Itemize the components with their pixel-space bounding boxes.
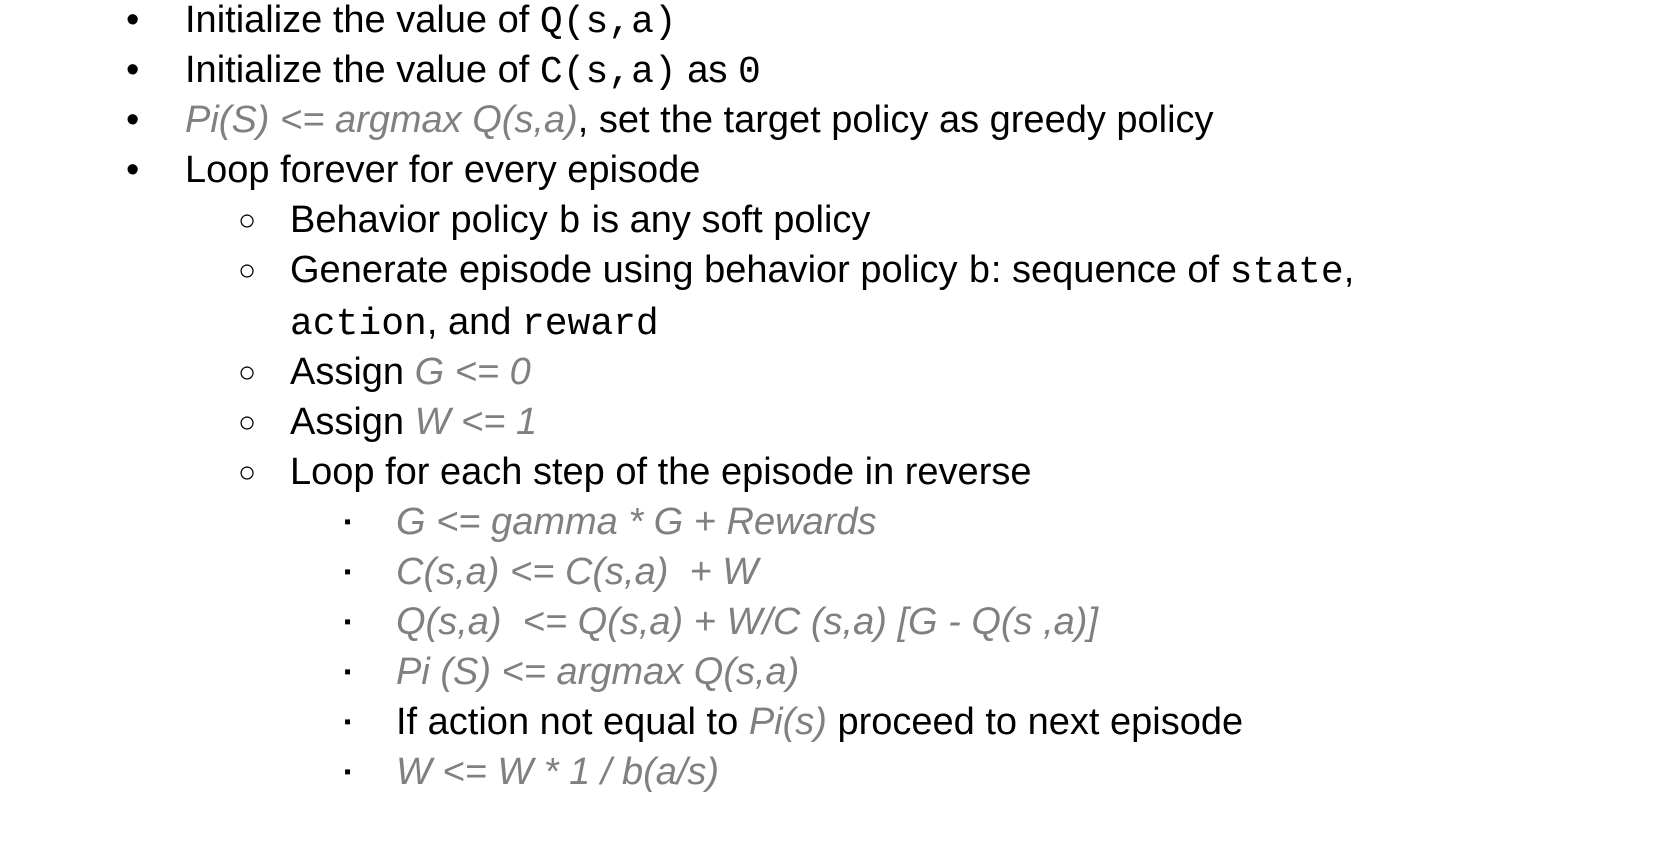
list-item-text: Q(s,a) <= Q(s,a) + W/C (s,a) [G - Q(s ,a… [396,596,1098,649]
code-token: b [968,251,991,294]
math-expression: Q(s,a) <= Q(s,a) + W/C (s,a) [G - Q(s ,a… [396,601,1099,643]
list-item-text: Initialize the value of C(s,a) as 0 [185,44,761,99]
text-segment: If action not equal to [396,701,749,743]
text-segment: Assign [290,401,415,443]
bullet-square-icon: ▪ [344,711,352,733]
math-expression: W <= W * 1 / b(a/s) [396,751,720,793]
list-item-text: G <= gamma * G + Rewards [396,496,876,549]
text-segment: : sequence of [990,249,1230,291]
text-segment: Initialize the value of [185,0,540,41]
bullet-disc-icon: • [126,0,140,41]
text-segment: is any soft policy [581,199,871,241]
algorithm-pseudocode-list: • Initialize the value of Q(s,a) • Initiali… [0,0,1665,844]
bullet-disc-icon: • [126,149,140,191]
bullet-circle-icon: ○ [238,254,257,287]
text-segment: Loop for each step of the episode in rev… [290,451,1032,493]
bullet-circle-icon: ○ [238,204,257,237]
list-item-text: Assign W <= 1 [290,396,537,449]
code-token: Q(s,a) [539,1,677,44]
bullet-square-icon: ▪ [344,611,352,633]
code-token: C(s,a) [539,51,677,94]
list-item-text: Loop for each step of the episode in rev… [290,446,1031,499]
list-item-text: action, and reward [290,296,659,351]
list-item-text: Assign G <= 0 [290,346,531,399]
bullet-square-icon: ▪ [344,561,352,583]
bullet-circle-icon: ○ [238,356,257,389]
text-segment: as [676,49,738,91]
math-expression: C(s,a) <= C(s,a) + W [396,551,759,593]
list-item-text: If action not equal to Pi(s) proceed to … [396,696,1243,749]
list-item-text: Initialize the value of Q(s,a) [185,0,677,49]
bullet-disc-icon: • [126,49,140,91]
text-segment: , set the target policy as greedy policy [577,99,1214,141]
text-segment: Initialize the value of [185,49,540,91]
list-item-text: Pi(S) <= argmax Q(s,a), set the target p… [185,94,1214,147]
code-token: 0 [737,51,761,94]
bullet-circle-icon: ○ [238,406,257,439]
code-token: state [1229,251,1344,294]
text-segment: , and [426,301,522,343]
text-segment: , [1343,249,1355,291]
bullet-disc-icon: • [126,99,140,141]
math-expression: G <= gamma * G + Rewards [396,501,877,543]
math-expression: W <= 1 [414,401,538,443]
text-segment: Behavior policy [290,199,559,241]
text-segment: Loop forever for every episode [185,149,701,191]
text-segment: proceed to next episode [826,701,1244,743]
list-item-text: Generate episode using behavior policy b… [290,244,1354,299]
list-item-text: Loop forever for every episode [185,144,700,197]
code-token: b [558,201,582,244]
list-item-text: C(s,a) <= C(s,a) + W [396,546,758,599]
code-token: action [290,303,427,346]
list-item-text: Behavior policy b is any soft policy [290,194,870,249]
text-segment: Assign [290,351,415,393]
list-item-text: Pi (S) <= argmax Q(s,a) [396,646,799,699]
bullet-square-icon: ▪ [344,661,352,683]
math-expression: Pi(S) <= argmax Q(s,a) [185,99,578,141]
bullet-square-icon: ▪ [344,761,352,783]
code-token: reward [521,303,659,346]
list-item-text: W <= W * 1 / b(a/s) [396,746,719,799]
math-expression: G <= 0 [414,351,531,393]
text-segment: Generate episode using behavior policy [290,249,969,291]
math-expression: Pi (S) <= argmax Q(s,a) [396,651,800,693]
bullet-square-icon: ▪ [344,511,352,533]
bullet-circle-icon: ○ [238,456,257,489]
math-expression: Pi(s) [748,701,827,743]
